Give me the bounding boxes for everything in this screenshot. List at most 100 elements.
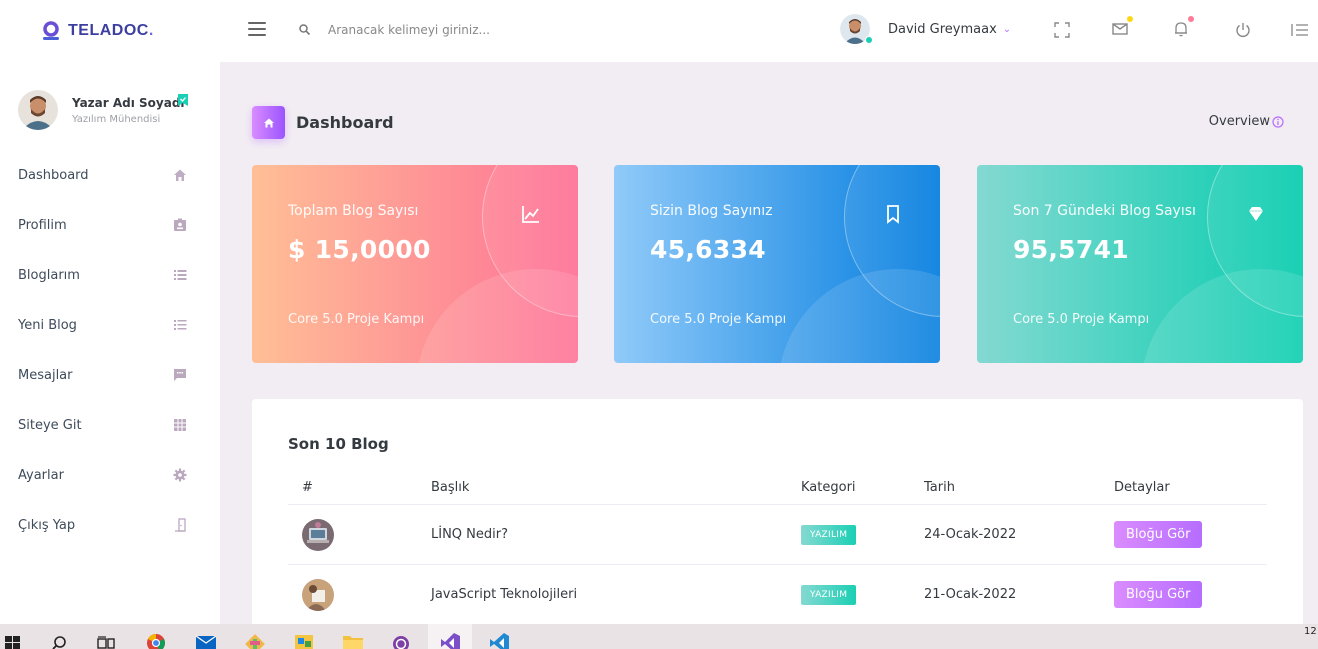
card-title: Sizin Blog Sayınız xyxy=(650,203,773,219)
bookmark-icon xyxy=(887,205,899,224)
notifications-button[interactable] xyxy=(1172,16,1194,40)
sidebar-item-ayarlar[interactable]: Ayarlar xyxy=(0,450,220,500)
mail-icon[interactable] xyxy=(195,627,217,649)
row-title: LİNQ Nedir? xyxy=(431,527,508,542)
sidebar-user-name: Yazar Adı Soyadı xyxy=(72,95,185,110)
message-icon xyxy=(174,369,186,381)
blog-thumbnail xyxy=(302,518,334,551)
logout-icon xyxy=(175,518,186,532)
header-date: Tarih xyxy=(924,480,955,495)
row-category-cell: YAZILIM xyxy=(801,524,924,545)
row-action-cell: Bloğu Gör xyxy=(1114,521,1267,548)
sidebar-item-label: Dashboard xyxy=(18,167,89,183)
category-badge: YAZILIM xyxy=(801,524,857,545)
row-date: 24-Ocak-2022 xyxy=(924,527,1017,542)
online-status-dot xyxy=(865,36,873,44)
card-subtitle: Core 5.0 Proje Kampı xyxy=(1013,312,1150,327)
chrome-icon[interactable] xyxy=(145,627,167,649)
sidebar-item-label: Profilim xyxy=(18,217,67,233)
search-input[interactable] xyxy=(322,16,622,44)
format-list-icon xyxy=(174,320,187,330)
row-date: 21-Ocak-2022 xyxy=(924,587,1017,602)
view-blog-button[interactable]: Bloğu Gör xyxy=(1114,521,1203,548)
brand[interactable]: TELADOC. xyxy=(0,0,220,62)
list-icon xyxy=(174,270,187,280)
stat-card-last-7-days: Son 7 Gündeki Blog Sayısı 95,5741 Core 5… xyxy=(977,165,1303,363)
overview-link[interactable]: Overview xyxy=(1209,114,1284,129)
sidebar-item-siteye-git[interactable]: Siteye Git xyxy=(0,400,220,450)
list-icon[interactable] xyxy=(1290,20,1310,40)
sidebar-item-label: Çıkış Yap xyxy=(18,517,76,533)
search-icon[interactable] xyxy=(49,627,71,649)
visual-studio-icon[interactable] xyxy=(439,627,461,649)
chart-line-icon xyxy=(522,206,539,223)
sidebar-item-mesajlar[interactable]: Mesajlar xyxy=(0,350,220,400)
windows-start-icon[interactable] xyxy=(2,627,24,649)
menu-toggle-button[interactable] xyxy=(248,22,266,38)
mail-notification-dot xyxy=(1127,16,1133,22)
sidebar-profile[interactable]: Yazar Adı Soyadı Yazılım Mühendisi xyxy=(0,62,220,140)
brand-name: TELADOC. xyxy=(68,22,154,39)
sidebar-item-dashboard[interactable]: Dashboard xyxy=(0,150,220,200)
table-header-row: # Başlık Kategori Tarih Detaylar xyxy=(288,471,1267,505)
top-navbar: TELADOC. David Greymaax ⌄ xyxy=(0,0,1318,62)
sidebar: Yazar Adı Soyadı Yazılım Mühendisi Dashb… xyxy=(0,62,220,624)
card-value: 95,5741 xyxy=(1013,235,1129,264)
grid-icon xyxy=(174,419,186,431)
sidebar-item-bloglarim[interactable]: Bloglarım xyxy=(0,250,220,300)
card-value: $ 15,0000 xyxy=(288,235,431,264)
bell-notification-dot xyxy=(1188,16,1194,22)
brand-logo: TELADOC. xyxy=(40,20,154,42)
stat-card-total-blogs: Toplam Blog Sayısı $ 15,0000 Core 5.0 Pr… xyxy=(252,165,578,363)
gear-icon xyxy=(173,468,187,482)
mail-button[interactable] xyxy=(1111,16,1133,40)
info-circle-icon xyxy=(1272,115,1284,128)
tor-icon[interactable] xyxy=(390,627,412,649)
chevron-down-icon: ⌄ xyxy=(1002,23,1012,35)
card-subtitle: Core 5.0 Proje Kampı xyxy=(650,312,787,327)
table-title: Son 10 Blog xyxy=(288,435,389,453)
mail-icon xyxy=(1112,23,1128,35)
card-title: Toplam Blog Sayısı xyxy=(288,203,419,219)
git-icon[interactable] xyxy=(244,627,266,649)
page-title: Dashboard xyxy=(296,113,394,132)
row-category-cell: YAZILIM xyxy=(801,584,924,605)
stat-card-your-blogs: Sizin Blog Sayınız 45,6334 Core 5.0 Proj… xyxy=(614,165,940,363)
home-icon xyxy=(174,169,186,181)
sidebar-item-cikis-yap[interactable]: Çıkış Yap xyxy=(0,500,220,550)
header-num: # xyxy=(302,480,313,495)
row-action-cell: Bloğu Gör xyxy=(1114,581,1267,608)
sidebar-item-label: Bloglarım xyxy=(18,267,80,283)
nav-profile-dropdown[interactable]: David Greymaax ⌄ xyxy=(840,14,1011,44)
sidebar-item-profilim[interactable]: Profilim xyxy=(0,200,220,250)
power-icon[interactable] xyxy=(1233,20,1253,40)
row-title: JavaScript Teknolojileri xyxy=(431,587,578,602)
teladoc-logo-icon xyxy=(43,21,59,40)
nav-avatar xyxy=(840,14,873,44)
search-icon xyxy=(299,24,311,36)
taskbar-clock: 12 xyxy=(1304,626,1317,637)
sidebar-item-yeni-blog[interactable]: Yeni Blog xyxy=(0,300,220,350)
sidebar-user-info: Yazar Adı Soyadı Yazılım Mühendisi xyxy=(72,96,185,125)
file-explorer-icon[interactable] xyxy=(342,627,364,649)
vscode-icon[interactable] xyxy=(488,627,510,649)
diamond-icon xyxy=(1249,207,1263,221)
paint-icon[interactable] xyxy=(293,627,315,649)
fullscreen-icon[interactable] xyxy=(1052,20,1072,40)
page-header: Dashboard xyxy=(252,106,394,139)
table-row: JavaScript Teknolojileri YAZILIM 21-Ocak… xyxy=(288,565,1267,625)
bell-icon xyxy=(1175,22,1187,37)
view-blog-button[interactable]: Bloğu Gör xyxy=(1114,581,1203,608)
card-value: 45,6334 xyxy=(650,235,766,264)
sidebar-menu: Dashboard Profilim Bloglarım Yeni Blog M… xyxy=(0,150,220,550)
home-icon xyxy=(252,106,285,139)
category-badge: YAZILIM xyxy=(801,584,857,605)
sidebar-avatar xyxy=(18,90,58,130)
card-subtitle: Core 5.0 Proje Kampı xyxy=(288,312,425,327)
header-title: Başlık xyxy=(431,480,470,495)
card-title: Son 7 Gündeki Blog Sayısı xyxy=(1013,203,1196,219)
header-category: Kategori xyxy=(801,480,856,495)
task-view-icon[interactable] xyxy=(95,627,117,649)
overview-label: Overview xyxy=(1208,114,1270,129)
header-details: Detaylar xyxy=(1114,480,1170,495)
